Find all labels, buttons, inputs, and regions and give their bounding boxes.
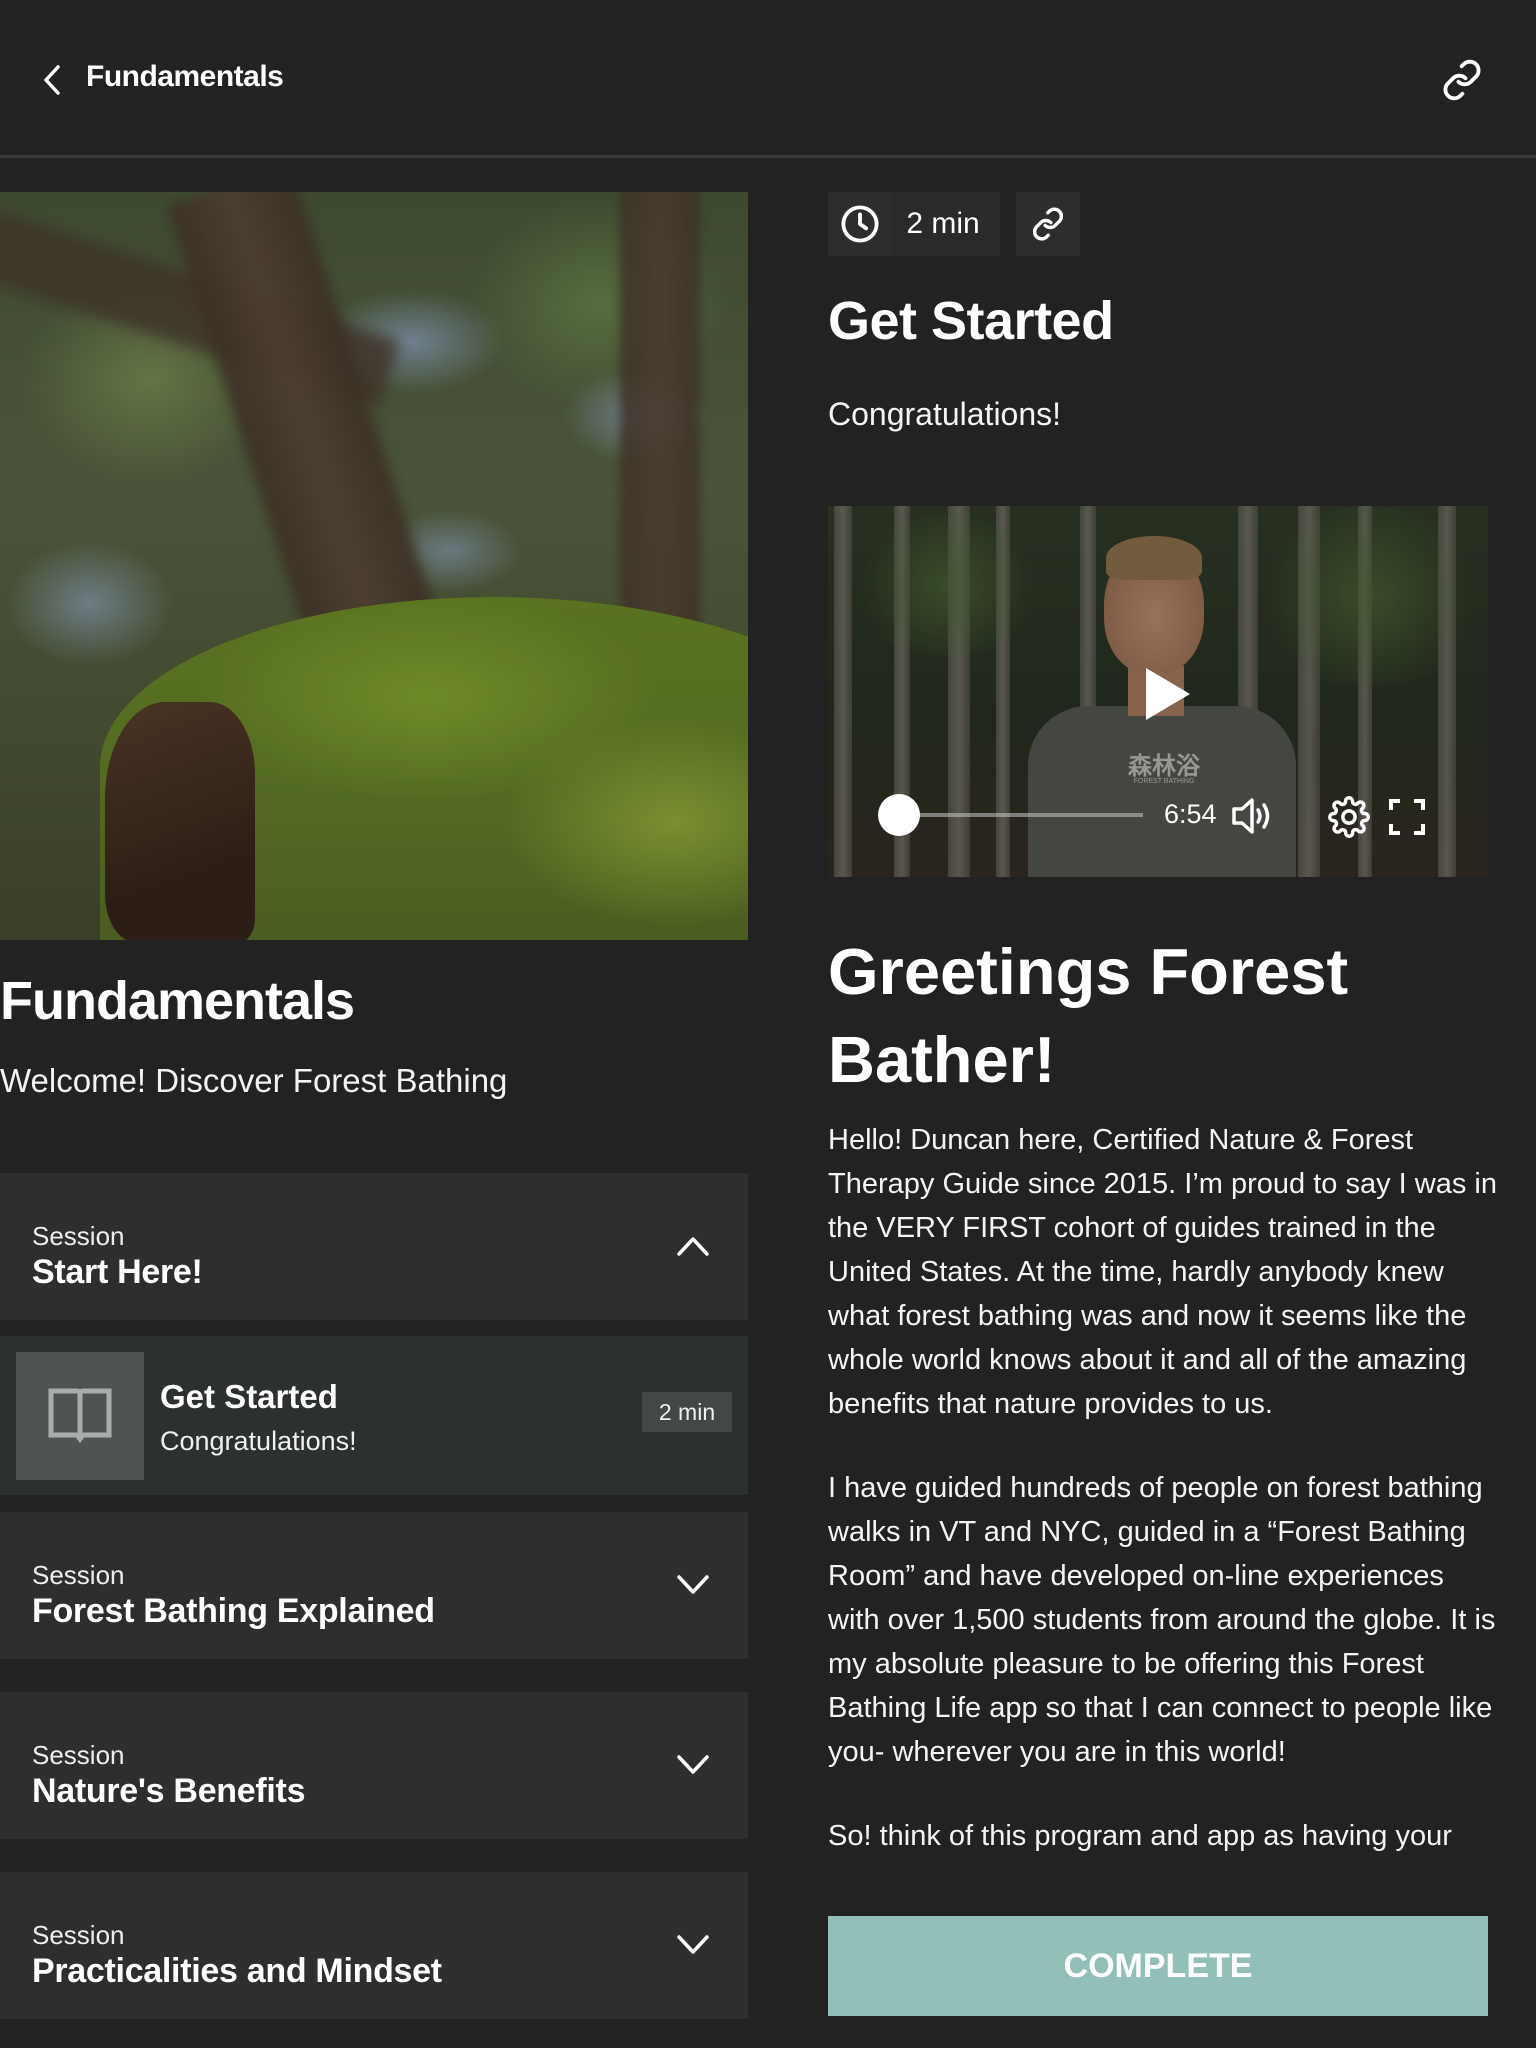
chevron-down-icon[interactable]: [672, 1744, 714, 1786]
article-paragraph: So! think of this program and app as hav…: [828, 1820, 1452, 1852]
volume-icon[interactable]: [1230, 796, 1274, 836]
lesson-item-get-started[interactable]: Get Started Congratulations! 2 min: [0, 1336, 748, 1495]
chevron-up-icon[interactable]: [672, 1225, 714, 1267]
book-icon: [48, 1388, 112, 1443]
course-title: Fundamentals: [0, 971, 355, 1031]
session-name: Practicalities and Mindset: [32, 1952, 442, 1990]
session-name: Start Here!: [32, 1253, 203, 1291]
gear-icon[interactable]: [1328, 796, 1370, 838]
play-icon[interactable]: [1142, 666, 1192, 722]
lesson-meta: 2 min: [828, 192, 1080, 256]
link-icon: [1032, 207, 1064, 241]
article-heading: Greetings Forest Bather!: [828, 935, 1349, 1096]
clock-icon: [841, 205, 879, 243]
duration-clock: [828, 192, 892, 256]
chevron-down-icon[interactable]: [672, 1564, 714, 1606]
page-title: Fundamentals: [86, 60, 284, 93]
video-player[interactable]: 森林浴 FOREST BATHING 6:54: [828, 506, 1488, 877]
session-practicalities-and-mindset[interactable]: Session Practicalities and Mindset: [0, 1872, 748, 2019]
lesson-subtitle: Congratulations!: [160, 1426, 357, 1456]
session-forest-bathing-explained[interactable]: Session Forest Bathing Explained: [0, 1512, 748, 1659]
lesson-thumbnail: [16, 1352, 144, 1480]
session-name: Nature's Benefits: [32, 1772, 306, 1810]
share-link-button[interactable]: [1438, 56, 1486, 104]
session-natures-benefits[interactable]: Session Nature's Benefits: [0, 1692, 748, 1839]
complete-button[interactable]: COMPLETE: [828, 1916, 1488, 2016]
lesson-subheading: Congratulations!: [828, 396, 1062, 432]
course-hero-image: [0, 192, 748, 940]
lesson-heading: Get Started: [828, 291, 1114, 351]
session-name: Forest Bathing Explained: [32, 1592, 435, 1630]
progress-scrubber[interactable]: [878, 794, 920, 836]
article-paragraph: Hello! Duncan here, Certified Nature & F…: [828, 1124, 1497, 1420]
duration-badge: 2 min: [642, 1392, 732, 1432]
lesson-title: Get Started: [160, 1378, 338, 1415]
session-label: Session: [32, 1221, 125, 1251]
fullscreen-icon[interactable]: [1388, 798, 1426, 836]
session-start-here[interactable]: Session Start Here!: [0, 1173, 748, 1320]
session-label: Session: [32, 1740, 125, 1770]
top-bar: Fundamentals: [0, 0, 1536, 158]
session-label: Session: [32, 1920, 125, 1950]
chevron-down-icon[interactable]: [672, 1924, 714, 1966]
article-paragraph: I have guided hundreds of people on fore…: [828, 1472, 1496, 1768]
link-icon: [1443, 59, 1481, 101]
course-subtitle: Welcome! Discover Forest Bathing: [0, 1062, 508, 1099]
time-remaining: 6:54: [1164, 799, 1217, 829]
session-label: Session: [32, 1560, 125, 1590]
chevron-left-icon: [44, 65, 60, 95]
lesson-duration: 2 min: [892, 192, 1000, 256]
copy-link-button[interactable]: [1016, 192, 1080, 256]
back-button[interactable]: [36, 58, 68, 102]
article-body: Hello! Duncan here, Certified Nature & F…: [828, 1118, 1498, 1884]
